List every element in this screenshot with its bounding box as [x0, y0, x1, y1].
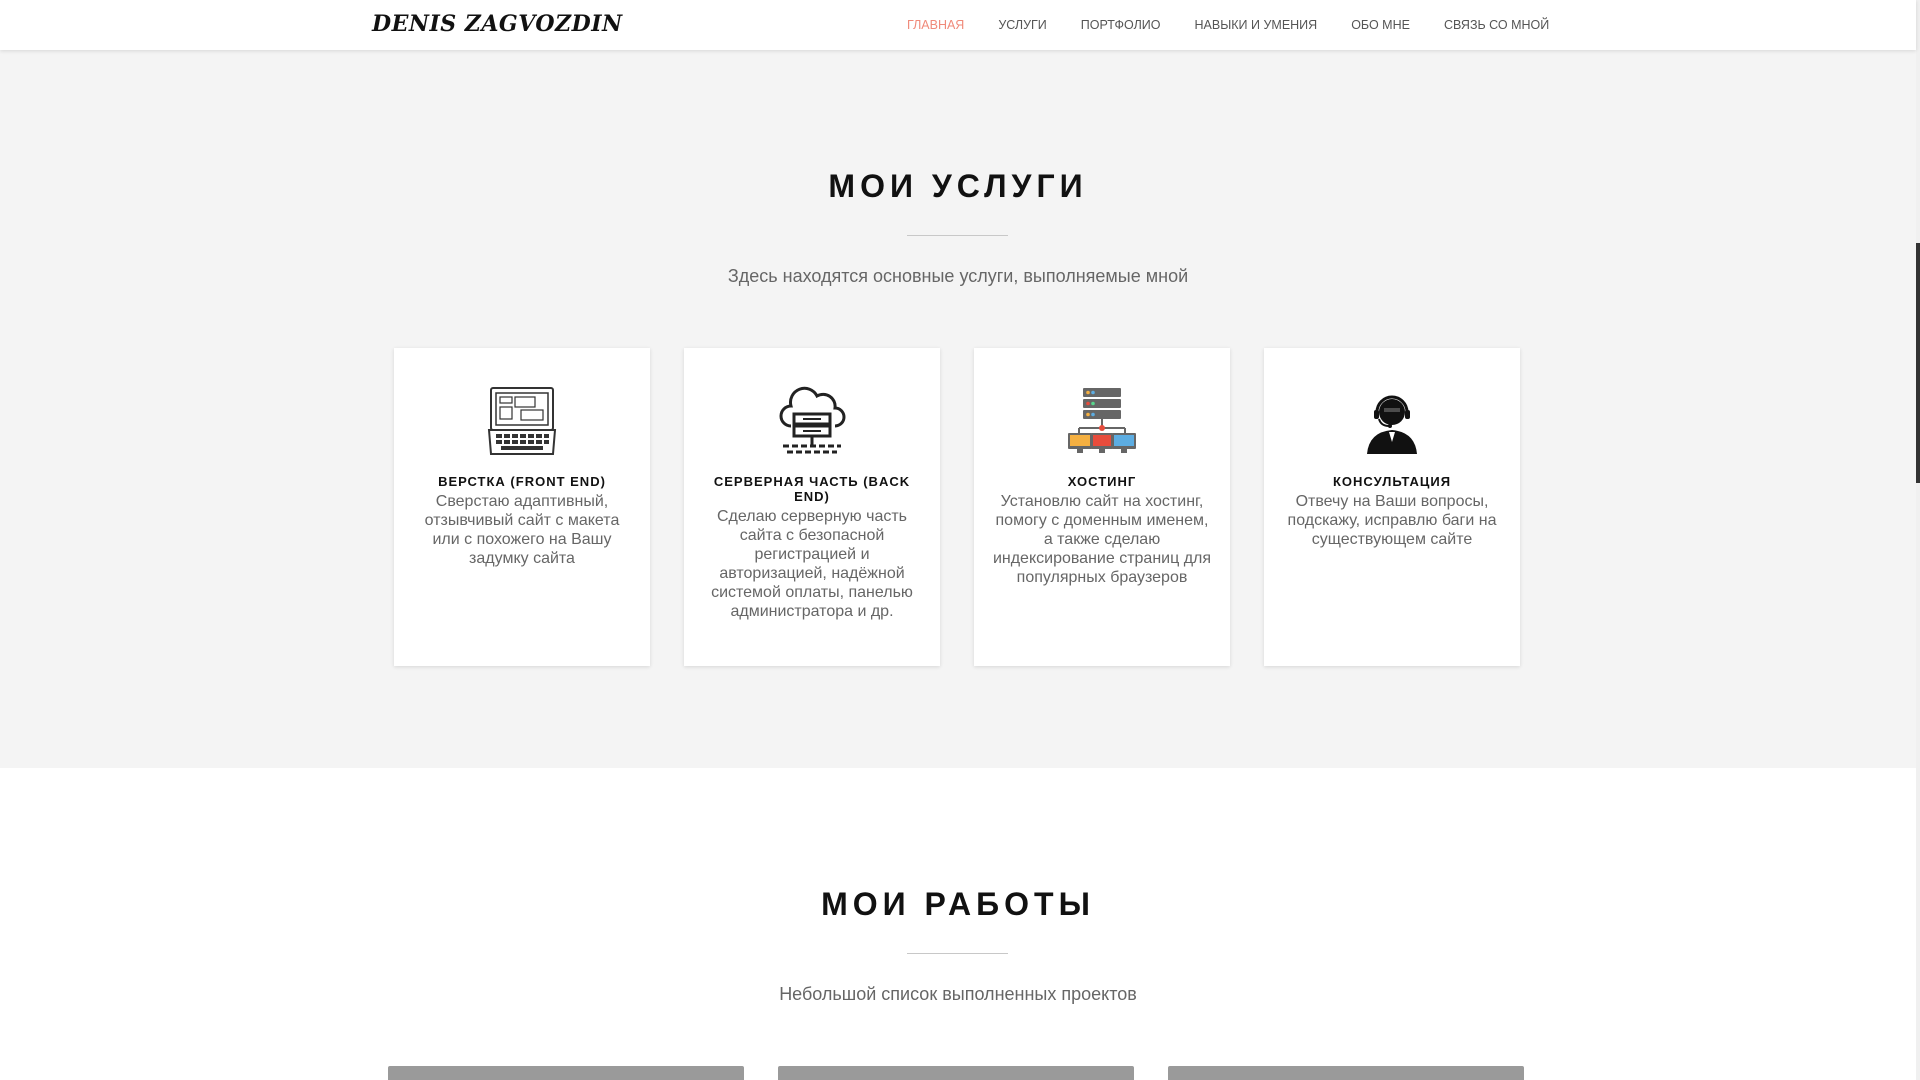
service-card-hosting: ХОСТИНГ Установлю сайт на хостинг, помог…: [974, 348, 1230, 666]
project-thumbnail[interactable]: [778, 1066, 1134, 1080]
laptop-layout-icon: [487, 387, 557, 455]
nav-link-contact[interactable]: СВЯЗЬ СО МНОЙ: [1427, 18, 1566, 32]
service-card-text: Отвечу на Ваши вопросы, подскажу, исправ…: [1287, 493, 1497, 548]
service-card-backend: СЕРВЕРНАЯ ЧАСТЬ (BACK END) Сделаю сервер…: [684, 348, 940, 666]
service-card-title: ХОСТИНГ: [1067, 474, 1137, 489]
nav-link-home[interactable]: ГЛАВНАЯ: [890, 18, 981, 32]
works-section: МОИ РАБОТЫ Небольшой список выполненных …: [0, 768, 1916, 1080]
page-scrollbar[interactable]: [1916, 0, 1920, 1080]
project-thumbnail[interactable]: [388, 1066, 744, 1080]
works-divider: [907, 953, 1008, 954]
services-cards: ВЕРСТКА (FRONT END) Сверстаю адаптивный,…: [394, 348, 1520, 666]
services-title: МОИ УСЛУГИ: [828, 168, 1088, 204]
service-card-text: Сделаю серверную часть сайта с безопасно…: [711, 508, 913, 620]
service-card-consulting: КОНСУЛЬТАЦИЯ Отвечу на Ваши вопросы, под…: [1264, 348, 1520, 666]
services-divider: [907, 235, 1008, 236]
support-operator-icon: [1367, 395, 1417, 454]
service-card-title: СЕРВЕРНАЯ ЧАСТЬ (BACK END): [713, 474, 911, 504]
services-section: МОИ УСЛУГИ Здесь находятся основные услу…: [0, 50, 1916, 768]
service-card-title: ВЕРСТКА (FRONT END): [438, 474, 606, 489]
nav-link-services[interactable]: УСЛУГИ: [981, 18, 1063, 32]
service-card-text: Установлю сайт на хостинг, помогу с доме…: [992, 493, 1212, 586]
works-subtitle: Небольшой список выполненных проектов: [779, 984, 1137, 1004]
page: DENIS ZAGVOZDIN ГЛАВНАЯ УСЛУГИ ПОРТФОЛИО…: [0, 0, 1920, 1080]
scrollbar-thumb[interactable]: [1916, 243, 1920, 483]
works-title: МОИ РАБОТЫ: [821, 886, 1095, 922]
hosting-network-icon: [1068, 388, 1136, 453]
service-card-title: КОНСУЛЬТАЦИЯ: [1332, 474, 1452, 489]
service-card-frontend: ВЕРСТКА (FRONT END) Сверстаю адаптивный,…: [394, 348, 650, 666]
service-card-text: Сверстаю адаптивный, отзывчивый сайт с м…: [424, 493, 620, 567]
brand-logo[interactable]: DENIS ZAGVOZDIN: [372, 11, 623, 37]
services-subtitle: Здесь находятся основные услуги, выполня…: [727, 266, 1189, 286]
nav-link-about[interactable]: ОБО МНЕ: [1334, 18, 1427, 32]
cloud-server-icon: [779, 386, 846, 454]
nav-link-skills[interactable]: НАВЫКИ И УМЕНИЯ: [1178, 18, 1335, 32]
navbar: DENIS ZAGVOZDIN ГЛАВНАЯ УСЛУГИ ПОРТФОЛИО…: [0, 0, 1916, 50]
main-nav: ГЛАВНАЯ УСЛУГИ ПОРТФОЛИО НАВЫКИ И УМЕНИЯ…: [890, 0, 1566, 50]
nav-link-portfolio[interactable]: ПОРТФОЛИО: [1064, 18, 1178, 32]
project-thumbnail[interactable]: [1168, 1066, 1524, 1080]
